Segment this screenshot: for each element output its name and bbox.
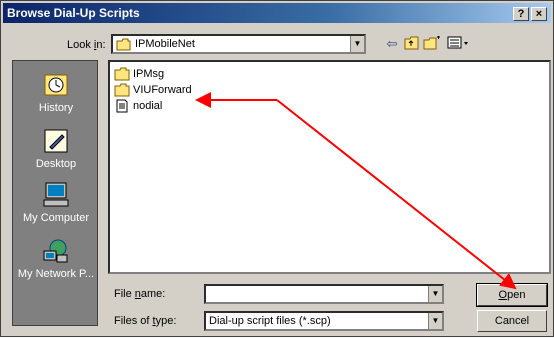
cancel-button[interactable]: Cancel bbox=[477, 310, 547, 332]
file-item-ipmsg[interactable]: IPMsg bbox=[114, 66, 164, 82]
place-label: Desktop bbox=[35, 158, 77, 170]
file-name: IPMsg bbox=[133, 68, 165, 80]
file-name: VIUForward bbox=[133, 84, 192, 96]
open-button[interactable]: Open bbox=[476, 283, 548, 307]
my-network-icon bbox=[43, 239, 68, 263]
up-folder-icon[interactable] bbox=[403, 36, 421, 54]
file-item-viuforward[interactable]: VIUForward bbox=[114, 82, 192, 98]
open-folder-icon bbox=[116, 38, 131, 51]
place-desktop[interactable]: Desktop bbox=[13, 127, 99, 170]
history-icon bbox=[44, 74, 68, 96]
place-my-computer[interactable]: My Computer bbox=[13, 181, 99, 224]
my-computer-icon bbox=[43, 182, 69, 207]
places-bar: History Desktop My Computer My Network P… bbox=[12, 60, 98, 326]
file-name: nodial bbox=[133, 100, 163, 112]
file-list[interactable]: IPMsg VIUForward nodial bbox=[108, 60, 551, 274]
window-title: Browse Dial-Up Scripts bbox=[7, 6, 140, 20]
place-label: My Network P... bbox=[17, 268, 95, 280]
desktop-icon bbox=[44, 129, 68, 153]
place-label: My Computer bbox=[22, 212, 90, 224]
place-my-network[interactable]: My Network P... bbox=[13, 237, 99, 280]
file-item-nodial[interactable]: nodial bbox=[114, 98, 162, 114]
filename-combo[interactable]: ▼ bbox=[204, 284, 444, 304]
help-button[interactable]: ? bbox=[513, 7, 529, 21]
filename-dropdown-button[interactable]: ▼ bbox=[428, 286, 442, 302]
place-history[interactable]: History bbox=[13, 71, 99, 114]
folder-icon bbox=[114, 67, 130, 81]
lookin-combo[interactable]: IPMobileNet ▼ bbox=[111, 34, 366, 54]
close-button[interactable]: × bbox=[531, 7, 547, 21]
new-folder-icon[interactable] bbox=[423, 36, 441, 54]
script-file-icon bbox=[116, 99, 128, 113]
lookin-label: Look in: bbox=[67, 39, 106, 51]
filetype-value: Dial-up script files (*.scp) bbox=[209, 315, 331, 327]
back-icon[interactable]: ⇦ bbox=[383, 36, 401, 54]
filetype-label: Files of type: bbox=[114, 315, 177, 327]
lookin-value: IPMobileNet bbox=[135, 38, 195, 50]
view-menu-icon[interactable] bbox=[446, 36, 472, 54]
filename-label: File name: bbox=[114, 288, 166, 300]
browse-dialog-window: Browse Dial-Up Scripts ? × Look in: IPMo… bbox=[0, 0, 554, 337]
folder-icon bbox=[114, 83, 130, 97]
title-bar[interactable]: Browse Dial-Up Scripts ? × bbox=[3, 3, 551, 23]
filetype-select[interactable]: Dial-up script files (*.scp) ▼ bbox=[204, 311, 444, 331]
place-label: History bbox=[38, 102, 74, 114]
lookin-dropdown-button[interactable]: ▼ bbox=[350, 36, 364, 52]
filetype-dropdown-button[interactable]: ▼ bbox=[428, 313, 442, 329]
